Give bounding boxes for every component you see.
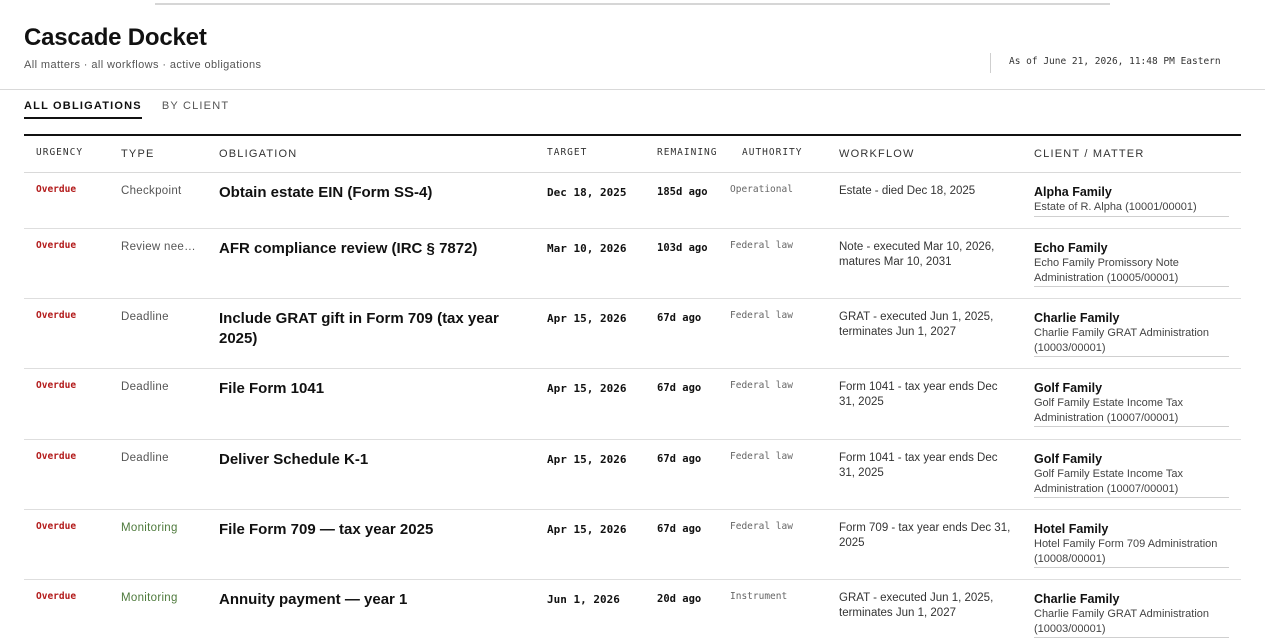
table-row[interactable]: Overdue Deadline File Form 1041 Apr 15, …	[24, 369, 1241, 440]
workflow-description: Estate - died Dec 18, 2025	[839, 185, 976, 197]
client-name[interactable]: Golf Family	[1034, 451, 1229, 467]
client-name[interactable]: Charlie Family	[1034, 310, 1229, 326]
client-name[interactable]: Hotel Family	[1034, 521, 1229, 537]
table-top-rule	[24, 134, 1241, 136]
column-header-workflow[interactable]: WORKFLOW	[839, 148, 915, 160]
tab-all-obligations[interactable]: ALL OBLIGATIONS	[24, 100, 142, 119]
view-tabs: ALL OBLIGATIONS BY CLIENT	[24, 100, 249, 119]
column-header-target[interactable]: TARGET	[547, 147, 587, 158]
workflow-description: Form 709 - tax year ends Dec 31, 2025	[839, 522, 1011, 549]
remaining-time: 20d ago	[657, 593, 702, 605]
remaining-time: 67d ago	[657, 382, 702, 394]
client-matter[interactable]: Charlie Family Charlie Family GRAT Admin…	[1034, 310, 1229, 357]
remaining-time: 67d ago	[657, 453, 702, 465]
column-header-remaining[interactable]: REMAINING	[657, 147, 717, 158]
workflow-description: Form 1041 - tax year ends Dec 31, 2025	[839, 381, 998, 408]
client-matter[interactable]: Charlie Family Charlie Family GRAT Admin…	[1034, 591, 1229, 638]
remaining-time: 185d ago	[657, 186, 708, 198]
header-divider	[0, 89, 1265, 90]
target-date: Mar 10, 2026	[547, 242, 627, 255]
target-date: Jun 1, 2026	[547, 593, 620, 606]
authority-label: Federal law	[730, 380, 793, 391]
table-row[interactable]: Overdue Review nee… AFR compliance revie…	[24, 229, 1241, 299]
authority-label: Federal law	[730, 521, 793, 532]
target-date: Apr 15, 2026	[547, 453, 627, 466]
workflow-description: Form 1041 - tax year ends Dec 31, 2025	[839, 452, 998, 479]
client-matter[interactable]: Golf Family Golf Family Estate Income Ta…	[1034, 380, 1229, 427]
target-date: Apr 15, 2026	[547, 382, 627, 395]
obligation-title[interactable]: File Form 709 — tax year 2025	[219, 520, 524, 540]
client-name[interactable]: Echo Family	[1034, 240, 1229, 256]
type-label: Review nee…	[121, 241, 196, 253]
column-header-obligation[interactable]: OBLIGATION	[219, 148, 297, 160]
urgency-badge: Overdue	[36, 591, 77, 602]
remaining-time: 67d ago	[657, 523, 702, 535]
authority-label: Operational	[730, 184, 793, 195]
column-header-client[interactable]: CLIENT / MATTER	[1034, 148, 1145, 160]
obligation-title[interactable]: AFR compliance review (IRC § 7872)	[219, 239, 524, 259]
matter-link[interactable]: Charlie Family GRAT Administration (1000…	[1034, 326, 1229, 357]
urgency-badge: Overdue	[36, 451, 77, 462]
type-label: Monitoring	[121, 592, 178, 604]
urgency-badge: Overdue	[36, 380, 77, 391]
table-row[interactable]: Overdue Monitoring File Form 709 — tax y…	[24, 510, 1241, 580]
remaining-time: 103d ago	[657, 242, 708, 254]
authority-label: Federal law	[730, 310, 793, 321]
type-label: Deadline	[121, 311, 169, 323]
target-date: Apr 15, 2026	[547, 523, 627, 536]
client-matter[interactable]: Golf Family Golf Family Estate Income Ta…	[1034, 451, 1229, 498]
top-divider	[155, 3, 1110, 5]
page-subtitle: All matters · all workflows · active obl…	[24, 59, 262, 71]
matter-link[interactable]: Golf Family Estate Income Tax Administra…	[1034, 467, 1229, 498]
matter-link[interactable]: Estate of R. Alpha (10001/00001)	[1034, 200, 1229, 217]
matter-link[interactable]: Hotel Family Form 709 Administration (10…	[1034, 537, 1229, 568]
type-label: Checkpoint	[121, 185, 182, 197]
page-title: Cascade Docket	[24, 24, 207, 51]
authority-label: Instrument	[730, 591, 788, 602]
workflow-description: GRAT - executed Jun 1, 2025, terminates …	[839, 592, 994, 619]
column-header-type[interactable]: TYPE	[121, 148, 155, 160]
workflow-description: GRAT - executed Jun 1, 2025, terminates …	[839, 311, 994, 338]
authority-label: Federal law	[730, 451, 793, 462]
authority-label: Federal law	[730, 240, 793, 251]
table-row[interactable]: Overdue Deadline Include GRAT gift in Fo…	[24, 299, 1241, 369]
remaining-time: 67d ago	[657, 312, 702, 324]
urgency-badge: Overdue	[36, 521, 77, 532]
target-date: Dec 18, 2025	[547, 186, 627, 199]
timestamp-divider	[990, 53, 991, 73]
client-matter[interactable]: Hotel Family Hotel Family Form 709 Admin…	[1034, 521, 1229, 568]
obligation-title[interactable]: Deliver Schedule K-1	[219, 450, 524, 470]
client-matter[interactable]: Echo Family Echo Family Promissory Note …	[1034, 240, 1229, 287]
matter-link[interactable]: Charlie Family GRAT Administration (1000…	[1034, 607, 1229, 638]
obligation-title[interactable]: Obtain estate EIN (Form SS-4)	[219, 183, 524, 203]
as-of-timestamp: As of June 21, 2026, 11:48 PM Eastern	[1009, 56, 1221, 67]
workflow-description: Note - executed Mar 10, 2026, matures Ma…	[839, 241, 995, 268]
obligation-title[interactable]: Annuity payment — year 1	[219, 590, 524, 610]
obligation-title[interactable]: File Form 1041	[219, 379, 524, 399]
client-name[interactable]: Golf Family	[1034, 380, 1229, 396]
obligation-title[interactable]: Include GRAT gift in Form 709 (tax year …	[219, 309, 524, 349]
type-label: Monitoring	[121, 522, 178, 534]
matter-link[interactable]: Echo Family Promissory Note Administrati…	[1034, 256, 1229, 287]
matter-link[interactable]: Golf Family Estate Income Tax Administra…	[1034, 396, 1229, 427]
type-label: Deadline	[121, 381, 169, 393]
urgency-badge: Overdue	[36, 310, 77, 321]
client-matter[interactable]: Alpha Family Estate of R. Alpha (10001/0…	[1034, 184, 1229, 217]
urgency-badge: Overdue	[36, 240, 77, 251]
client-name[interactable]: Charlie Family	[1034, 591, 1229, 607]
type-label: Deadline	[121, 452, 169, 464]
target-date: Apr 15, 2026	[547, 312, 627, 325]
urgency-badge: Overdue	[36, 184, 77, 195]
column-header-authority[interactable]: AUTHORITY	[742, 147, 802, 158]
client-name[interactable]: Alpha Family	[1034, 184, 1229, 200]
table-row[interactable]: Overdue Deadline Deliver Schedule K-1 Ap…	[24, 440, 1241, 510]
tab-by-client[interactable]: BY CLIENT	[162, 100, 229, 119]
column-header-urgency[interactable]: URGENCY	[36, 147, 83, 158]
table-row[interactable]: Overdue Checkpoint Obtain estate EIN (Fo…	[24, 173, 1241, 229]
table-row[interactable]: Overdue Monitoring Annuity payment — yea…	[24, 580, 1241, 640]
